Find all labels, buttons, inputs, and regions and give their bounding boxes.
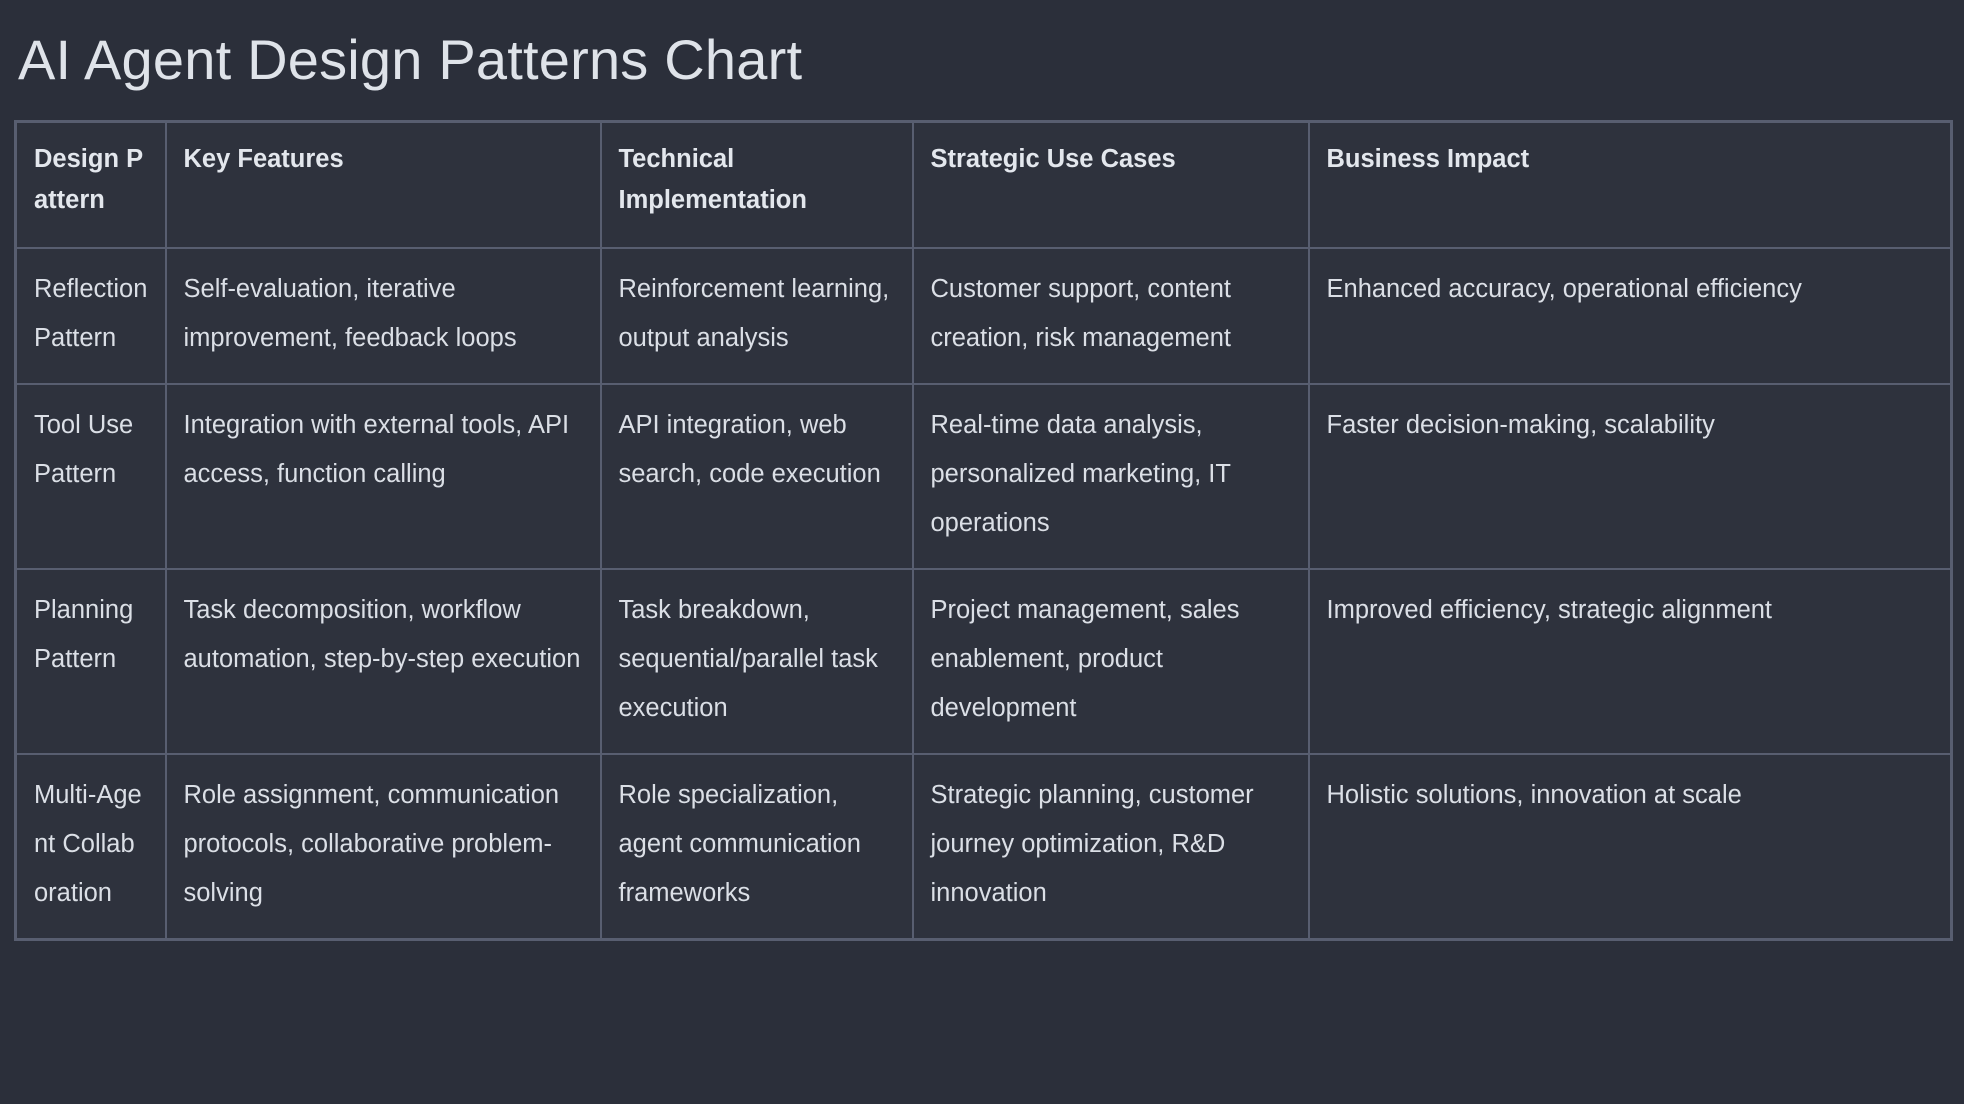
cell-business-impact: Enhanced accuracy, operational efficienc… [1307, 247, 1953, 386]
cell-key-features: Task decomposition, workflow automation,… [164, 567, 602, 755]
cell-technical-implementation: API integration, web search, code execut… [599, 383, 914, 570]
table-row: Planning Pattern Task decomposition, wor… [14, 567, 1953, 755]
cell-design-pattern: Reflection Pattern [14, 247, 167, 386]
cell-technical-implementation: Role specialization, agent communication… [599, 752, 914, 941]
cell-business-impact: Faster decision-making, scalability [1307, 383, 1953, 570]
design-patterns-table: Design Pattern Key Features Technical Im… [14, 119, 1953, 941]
cell-strategic-use-cases: Project management, sales enablement, pr… [911, 567, 1310, 755]
table-container: Design Pattern Key Features Technical Im… [14, 119, 1953, 941]
table-header-row: Design Pattern Key Features Technical Im… [14, 120, 1953, 250]
column-header-business-impact: Business Impact [1307, 120, 1953, 250]
column-header-key-features: Key Features [164, 120, 602, 250]
table-row: Multi-Agent Collaboration Role assignmen… [14, 752, 1953, 941]
table-row: Tool Use Pattern Integration with extern… [14, 383, 1953, 570]
cell-design-pattern: Multi-Agent Collaboration [14, 752, 167, 941]
page-title: AI Agent Design Patterns Chart [18, 28, 803, 91]
table-body: Reflection Pattern Self-evaluation, iter… [14, 247, 1953, 941]
cell-strategic-use-cases: Real-time data analysis, personalized ma… [911, 383, 1310, 570]
cell-technical-implementation: Task breakdown, sequential/parallel task… [599, 567, 914, 755]
column-header-design-pattern: Design Pattern [14, 120, 167, 250]
cell-technical-implementation: Reinforcement learning, output analysis [599, 247, 914, 386]
cell-design-pattern: Planning Pattern [14, 567, 167, 755]
table-row: Reflection Pattern Self-evaluation, iter… [14, 247, 1953, 386]
cell-business-impact: Improved efficiency, strategic alignment [1307, 567, 1953, 755]
page-root: AI Agent Design Patterns Chart Design Pa… [0, 22, 1964, 1104]
column-header-technical-implementation: Technical Implementation [599, 120, 914, 250]
cell-business-impact: Holistic solutions, innovation at scale [1307, 752, 1953, 941]
column-header-strategic-use-cases: Strategic Use Cases [911, 120, 1310, 250]
cell-key-features: Role assignment, communication protocols… [164, 752, 602, 941]
cell-key-features: Self-evaluation, iterative improvement, … [164, 247, 602, 386]
table-header: Design Pattern Key Features Technical Im… [14, 120, 1953, 250]
cell-design-pattern: Tool Use Pattern [14, 383, 167, 570]
cell-strategic-use-cases: Customer support, content creation, risk… [911, 247, 1310, 386]
cell-key-features: Integration with external tools, API acc… [164, 383, 602, 570]
cell-strategic-use-cases: Strategic planning, customer journey opt… [911, 752, 1310, 941]
